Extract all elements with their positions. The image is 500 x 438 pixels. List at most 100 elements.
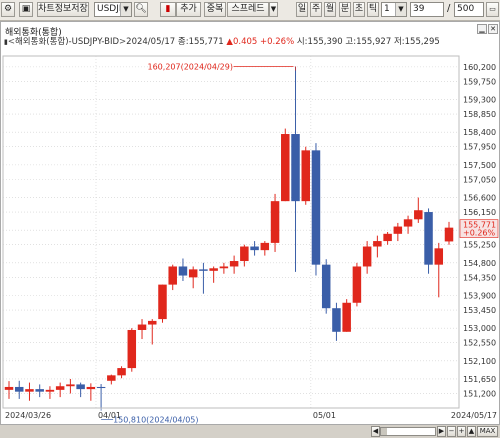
y-tick-label: 157,500: [463, 161, 496, 170]
candle-body: [137, 324, 147, 330]
max-button[interactable]: MAX: [477, 426, 498, 437]
candle-body: [332, 308, 341, 332]
expand-icon[interactable]: ▭: [486, 2, 499, 17]
candle-body: [188, 269, 198, 278]
gear-icon[interactable]: ⚙: [1, 2, 15, 17]
period-day-button[interactable]: 일: [296, 2, 308, 17]
candle-body: [373, 241, 382, 247]
y-tick-label: 158,400: [463, 128, 496, 137]
magnifier-icon[interactable]: 🔍︎: [134, 2, 148, 17]
x-label-may: 05/01: [313, 411, 336, 420]
candle-body: [45, 389, 55, 392]
x-label-end: 2024/05/17: [451, 411, 497, 420]
total-value: 500: [457, 4, 475, 14]
period-month-button[interactable]: 월: [324, 2, 336, 17]
plot-area: [2, 55, 460, 409]
zoom-in-button[interactable]: +: [457, 426, 466, 437]
count-separator: /: [447, 3, 451, 14]
candle-body: [321, 264, 331, 309]
chevron-down-icon[interactable]: ▼: [269, 2, 278, 17]
y-tick-label: 159,300: [463, 96, 496, 105]
y-tick-label: 151,200: [463, 389, 496, 398]
count-value: 39: [413, 4, 425, 14]
scroll-up-icon[interactable]: ▲: [467, 426, 476, 437]
y-tick-label: 159,750: [463, 77, 496, 86]
candle-body: [240, 246, 249, 262]
chevron-down-icon: ▼: [395, 3, 406, 16]
candle-body: [127, 329, 137, 369]
total-count-field[interactable]: 500: [454, 2, 484, 17]
chart-panel: 해외통화(통합) ▮<해외통화(통합)-USDJPY-BID>2024/05/1…: [0, 21, 500, 425]
candle-body: [4, 386, 14, 390]
high-annotation: 160,207(2024/04/29): [148, 63, 233, 72]
y-tick-label: 153,450: [463, 306, 496, 315]
candle-body: [96, 386, 106, 389]
y-tick-label: 160,200: [463, 63, 496, 72]
candle-body: [311, 150, 321, 265]
candle-body: [199, 269, 208, 271]
low-annotation: 150,810(2024/04/05): [113, 416, 198, 424]
interval-input[interactable]: 1 ▼: [381, 2, 407, 17]
scroll-track[interactable]: [380, 427, 436, 436]
chart-save-button[interactable]: 차트정보저장: [37, 2, 89, 17]
candle-body: [281, 134, 290, 202]
candle-body: [219, 266, 229, 269]
y-tick-label: 152,550: [463, 339, 496, 348]
candle-body: [117, 368, 126, 376]
candle-body: [168, 266, 177, 285]
candlestick-icon[interactable]: ▮: [160, 2, 176, 17]
candle-body: [434, 248, 444, 265]
last-change-label: +0.26%: [463, 229, 496, 238]
y-tick-label: 152,100: [463, 357, 496, 366]
symbol-select[interactable]: USDJPY ▼: [94, 2, 132, 17]
candle-body: [444, 227, 454, 242]
y-tick-label: 158,850: [463, 110, 496, 119]
candle-body: [383, 233, 392, 242]
y-tick-label: 155,250: [463, 241, 496, 250]
candle-body: [25, 389, 34, 392]
chevron-down-icon: ▼: [120, 3, 131, 16]
y-tick-label: 153,000: [463, 324, 496, 333]
y-tick-label: 151,650: [463, 375, 496, 384]
candle-body: [86, 386, 96, 390]
floppy-icon[interactable]: ▣: [19, 2, 33, 17]
scroll-thumb[interactable]: [381, 428, 387, 435]
y-tick-label: 154,350: [463, 273, 496, 282]
y-tick-label: 157,050: [463, 175, 496, 184]
candle-body: [301, 150, 310, 202]
spread-button[interactable]: 스프레드: [227, 2, 269, 17]
candle-body: [148, 320, 157, 325]
candle-body: [76, 384, 85, 390]
interval-value: 1: [384, 4, 390, 14]
candle-body: [35, 389, 44, 392]
count-input[interactable]: 39: [410, 2, 444, 17]
y-tick-label: 154,800: [463, 259, 496, 268]
zoom-out-button[interactable]: −: [447, 426, 456, 437]
candle-body: [393, 226, 403, 234]
y-tick-label: 153,900: [463, 292, 496, 301]
period-second-button[interactable]: 초: [353, 2, 365, 17]
candle-body: [403, 219, 413, 227]
candle-body: [362, 246, 372, 267]
period-tick-button[interactable]: 틱: [367, 2, 379, 17]
candle-body: [178, 266, 188, 276]
overlap-button[interactable]: 중복: [204, 2, 226, 17]
scroll-left-icon[interactable]: ◀: [371, 426, 380, 437]
candlestick-chart[interactable]: 151,200 151,650 152,100 152,550 153,000 153,4…: [1, 22, 499, 424]
candle-body: [158, 284, 167, 320]
candle-body: [250, 246, 259, 251]
add-button[interactable]: 추가: [176, 2, 201, 17]
candle-body: [342, 302, 351, 332]
period-week-button[interactable]: 주: [310, 2, 322, 17]
chart-toolbar: ⚙ ▣ 차트정보저장 USDJPY ▼ 🔍︎ ▮ 추가 중복 스프레드 ▼ 일 …: [0, 0, 500, 21]
bottom-scroll-bar: ◀ ▶ − + ▲ MAX: [0, 425, 500, 438]
candle-body: [107, 375, 116, 381]
y-tick-label: 156,150: [463, 208, 496, 217]
candle-body: [270, 201, 280, 243]
period-minute-button[interactable]: 분: [339, 2, 351, 17]
scroll-right-icon[interactable]: ▶: [437, 426, 446, 437]
candle-body: [352, 266, 362, 303]
candle-body: [209, 268, 218, 271]
x-label-apr: 04/01: [98, 411, 121, 420]
candle-body: [55, 386, 65, 390]
